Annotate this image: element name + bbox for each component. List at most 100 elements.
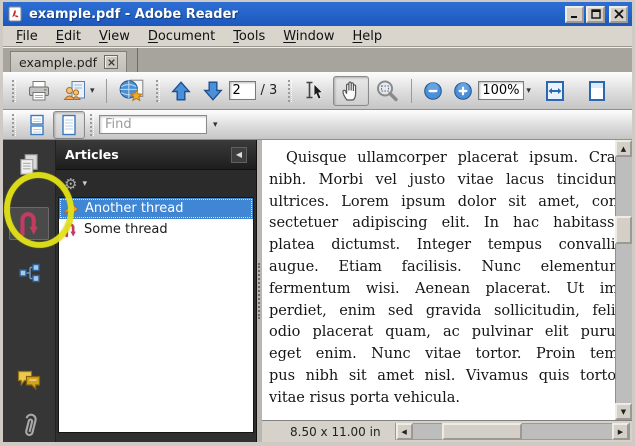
page-size-label: 8.50 x 11.00 in bbox=[290, 425, 381, 439]
text-line: perdiet, enim sed gravida sollicitudin, … bbox=[269, 301, 623, 323]
page-number-input[interactable] bbox=[229, 81, 256, 100]
print-button[interactable] bbox=[21, 76, 57, 106]
fit-page-button[interactable] bbox=[581, 77, 613, 105]
zoom-out-button[interactable] bbox=[418, 78, 448, 104]
scroll-down-button[interactable]: ▼ bbox=[615, 403, 632, 420]
toolbar-separator bbox=[106, 79, 107, 103]
horizontal-scrollbar[interactable]: ◀ ▶ bbox=[395, 423, 630, 440]
menu-edit[interactable]: Edit bbox=[47, 28, 90, 45]
zoom-out-icon bbox=[423, 81, 443, 101]
toolbar-separator bbox=[411, 79, 412, 103]
toolbar-grip[interactable] bbox=[12, 80, 16, 102]
scroll-down-icon: ▼ bbox=[621, 408, 626, 416]
scroll-right-icon: ▶ bbox=[618, 428, 623, 436]
title-bar[interactable]: example.pdf - Adobe Reader bbox=[3, 2, 632, 26]
find-input[interactable] bbox=[99, 115, 207, 134]
scroll-left-button[interactable]: ◀ bbox=[396, 423, 413, 440]
list-item-some-thread[interactable]: Some thread bbox=[59, 219, 253, 240]
previous-page-button[interactable] bbox=[165, 77, 197, 105]
text-line: ultrices. Lorem ipsum dolor sit amet, co… bbox=[269, 192, 623, 214]
scroll-up-button[interactable]: ▲ bbox=[615, 140, 632, 157]
main-area: Articles ◀ ⚙ ▾ Another thread bbox=[3, 140, 632, 442]
zoom-in-button[interactable] bbox=[448, 78, 478, 104]
menu-window[interactable]: Window bbox=[274, 28, 343, 45]
zoom-dropdown-arrow[interactable]: ▾ bbox=[526, 86, 531, 96]
article-thread-icon bbox=[16, 210, 42, 238]
thread-label: Another thread bbox=[85, 201, 184, 216]
maximize-button[interactable] bbox=[586, 6, 605, 23]
vertical-scroll-thumb[interactable] bbox=[615, 216, 632, 244]
next-page-button[interactable] bbox=[197, 77, 229, 105]
marquee-zoom-button[interactable] bbox=[369, 76, 405, 106]
articles-panel: Articles ◀ ⚙ ▾ Another thread bbox=[56, 140, 256, 442]
attachments-panel-button[interactable] bbox=[9, 409, 49, 442]
model-tree-panel-button[interactable] bbox=[9, 256, 49, 289]
zoom-level-input[interactable] bbox=[478, 81, 524, 100]
horizontal-scroll-thumb[interactable] bbox=[442, 423, 522, 440]
fit-width-icon bbox=[544, 80, 566, 102]
scrolling-mode-button[interactable] bbox=[21, 111, 53, 139]
maximize-icon bbox=[591, 9, 601, 19]
text-line: vitae risus porta vehicula. bbox=[269, 388, 623, 410]
tab-label: example.pdf bbox=[19, 55, 97, 70]
hand-tool-button[interactable] bbox=[333, 76, 369, 106]
document-column: Quisque ullamcorper placerat ipsum. Cras… bbox=[262, 140, 632, 442]
printer-icon bbox=[26, 79, 52, 103]
text-line: augue. Etiam facilisis. Nunc elementum bbox=[269, 257, 623, 279]
scroll-right-button[interactable]: ▶ bbox=[612, 423, 629, 440]
collapse-arrow-icon: ◀ bbox=[236, 150, 242, 159]
single-page-icon bbox=[58, 114, 80, 136]
text-line: odio placerat quam, ac pulvinar elit pur… bbox=[269, 322, 623, 344]
scrolling-pages-icon bbox=[26, 114, 48, 136]
menu-view[interactable]: View bbox=[90, 28, 139, 45]
vertical-scrollbar[interactable]: ▲ ▼ bbox=[615, 140, 632, 420]
current-thread-arrow-icon bbox=[63, 201, 79, 217]
tab-divider bbox=[137, 48, 138, 72]
text-line: fermentum wisi. Aenean placerat. Ut im- bbox=[269, 279, 623, 301]
menu-tools[interactable]: Tools bbox=[224, 28, 274, 45]
paperclip-icon bbox=[17, 411, 41, 439]
toolbar-grip[interactable] bbox=[156, 80, 160, 102]
document-page[interactable]: Quisque ullamcorper placerat ipsum. Cras… bbox=[262, 140, 632, 421]
toolbar-grip[interactable] bbox=[12, 114, 16, 136]
article-thread-icon bbox=[63, 222, 78, 238]
menu-document[interactable]: Document bbox=[139, 28, 224, 45]
text-line: pus nibh sit amet nisl. Vivamus quis tor… bbox=[269, 366, 623, 388]
close-icon bbox=[614, 9, 624, 19]
comments-panel-button[interactable] bbox=[9, 364, 49, 397]
menu-help[interactable]: Help bbox=[344, 28, 392, 45]
gear-icon[interactable]: ⚙ bbox=[64, 175, 77, 193]
navigation-pane bbox=[3, 140, 56, 442]
find-options-arrow[interactable]: ▾ bbox=[213, 120, 218, 130]
minimize-button[interactable] bbox=[565, 6, 584, 23]
list-item-another-thread[interactable]: Another thread bbox=[59, 198, 253, 219]
toolbar-grip[interactable] bbox=[288, 80, 292, 102]
text-line: nibh. Morbi vel justo vitae lacus tincid… bbox=[269, 170, 623, 192]
close-button[interactable] bbox=[609, 6, 628, 23]
panel-options-bar: ⚙ ▾ bbox=[56, 170, 256, 197]
collaborate-button[interactable]: ▾ bbox=[57, 76, 100, 106]
panel-collapse-button[interactable]: ◀ bbox=[231, 147, 247, 163]
fit-page-icon bbox=[586, 80, 608, 102]
pages-panel-button[interactable] bbox=[9, 148, 49, 181]
web-capture-button[interactable] bbox=[113, 75, 151, 107]
options-dropdown-arrow[interactable]: ▾ bbox=[82, 179, 87, 189]
adobe-reader-window: example.pdf - Adobe Reader File Edit Vie… bbox=[0, 0, 635, 446]
chevron-down-icon[interactable]: ▾ bbox=[90, 86, 95, 96]
toolbar-grip[interactable] bbox=[90, 114, 94, 136]
articles-panel-button[interactable] bbox=[9, 207, 49, 240]
select-tool-button[interactable] bbox=[297, 76, 333, 106]
main-toolbar: ▾ / 3 bbox=[3, 72, 632, 110]
splitter-grip-dots bbox=[258, 263, 261, 319]
fit-width-button[interactable] bbox=[539, 77, 571, 105]
tab-example-pdf[interactable]: example.pdf bbox=[10, 51, 127, 72]
single-page-mode-button[interactable] bbox=[53, 111, 85, 139]
select-tool-icon bbox=[302, 79, 328, 103]
minimize-icon bbox=[570, 9, 580, 19]
status-bar: 8.50 x 11.00 in ◀ ▶ bbox=[262, 421, 632, 442]
thread-list: Another thread Some thread bbox=[58, 197, 254, 433]
menu-bar: File Edit View Document Tools Window Hel… bbox=[3, 26, 632, 47]
tab-close-button[interactable] bbox=[104, 55, 118, 69]
close-icon bbox=[108, 59, 115, 66]
menu-file[interactable]: File bbox=[7, 28, 47, 45]
